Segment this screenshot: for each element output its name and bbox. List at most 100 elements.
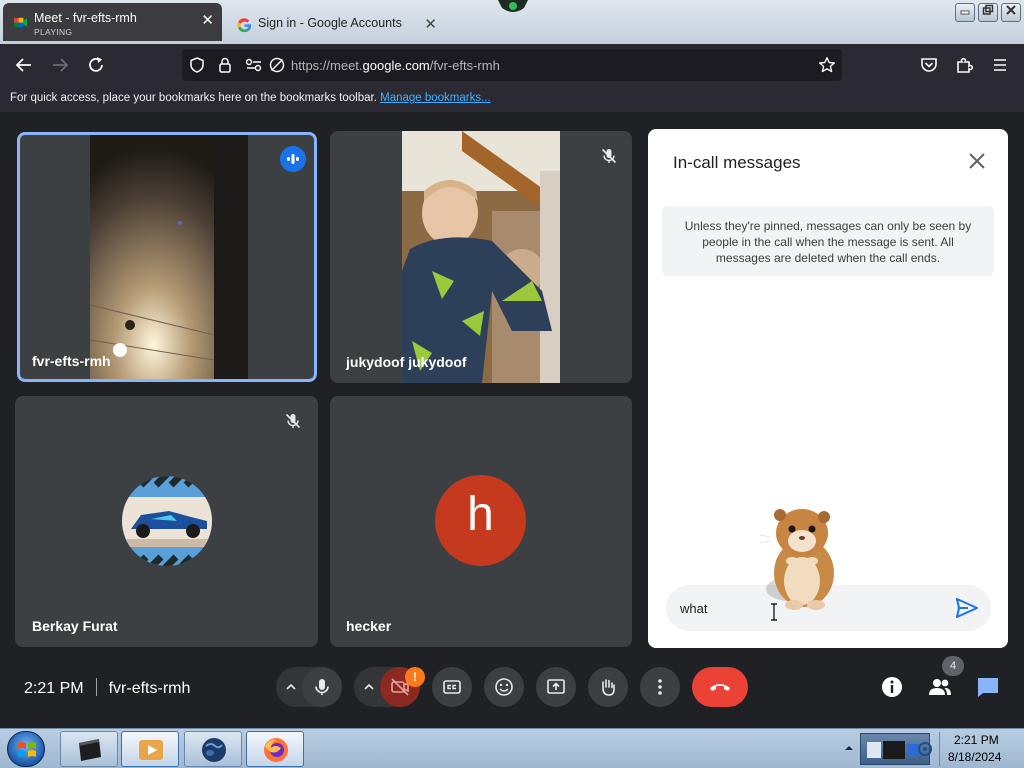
minimize-icon — [960, 10, 970, 15]
tray-apps-icon — [867, 741, 919, 759]
speaking-indicator — [280, 146, 306, 172]
chevron-up-icon[interactable] — [284, 680, 298, 694]
taskbar-clock-time[interactable]: 2:21 PM — [954, 733, 999, 747]
bookmarks-hint: For quick access, place your bookmarks h… — [10, 92, 491, 104]
participant-name: Berkay Furat — [32, 618, 118, 634]
taskbar-clock-date[interactable]: 8/18/2024 — [948, 750, 1001, 764]
separator — [95, 678, 97, 696]
globe-icon — [202, 738, 226, 762]
url-prefix: https://meet. — [291, 58, 363, 73]
reload-icon[interactable] — [85, 54, 107, 76]
meeting-info-icon[interactable] — [880, 675, 904, 699]
meeting-time: 2:21 PM — [24, 680, 84, 697]
url-host: google.com — [362, 58, 430, 73]
tab-meet[interactable]: Meet - fvr-efts-rmh PLAYING ✕ — [3, 3, 222, 41]
bookmarks-toolbar: For quick access, place your bookmarks h… — [0, 86, 1024, 112]
menu-hamburger-icon[interactable] — [989, 54, 1011, 76]
participant-name: hecker — [346, 618, 392, 634]
tab-close-button[interactable]: ✕ — [201, 13, 214, 29]
participant-tile[interactable]: fvr-efts-rmh — [17, 132, 317, 382]
camera-warning-badge: ! — [405, 667, 425, 687]
audio-controls — [276, 667, 342, 707]
meeting-details: 2:21 PM fvr-efts-rmh — [24, 678, 190, 698]
taskbar-app-firefox[interactable] — [246, 731, 304, 767]
hand-icon — [602, 679, 615, 696]
window-close-button[interactable] — [1001, 3, 1021, 22]
participant-count-badge: 4 — [942, 656, 964, 676]
mic-off-icon — [601, 148, 617, 164]
in-call-messages-panel: In-call messages Unless they're pinned, … — [648, 129, 1008, 648]
participant-name: jukydoof jukydoof — [346, 354, 467, 370]
url-text[interactable]: https://meet.google.com/fvr-efts-rmh — [291, 58, 500, 73]
participant-video — [402, 131, 560, 383]
manage-bookmarks-link[interactable]: Manage bookmarks... — [380, 92, 491, 104]
network-icon[interactable] — [917, 741, 933, 757]
screen: Meet - fvr-efts-rmh PLAYING ✕ Sign in - … — [0, 0, 1024, 768]
close-icon[interactable] — [968, 152, 986, 170]
taskbar-app-media-player[interactable] — [121, 731, 179, 767]
text-cursor-icon — [771, 603, 777, 621]
google-icon — [237, 18, 252, 33]
race-car-avatar — [122, 476, 212, 566]
participant-tile[interactable]: Berkay Furat — [15, 396, 318, 647]
chevron-up-icon[interactable] — [362, 680, 376, 694]
extensions-icon[interactable] — [953, 54, 975, 76]
message-input-value[interactable]: what — [680, 601, 707, 616]
start-button[interactable] — [7, 731, 45, 767]
tab-title: Meet - fvr-efts-rmh — [34, 11, 137, 25]
raise-hand-button[interactable] — [588, 667, 628, 707]
camera-blocked-icon[interactable] — [268, 56, 286, 74]
bookmarks-hint-text: For quick access, place your bookmarks h… — [10, 92, 381, 104]
tab-close-button[interactable]: ✕ — [424, 17, 437, 33]
microphone-button[interactable] — [302, 667, 342, 707]
pocket-icon[interactable] — [918, 54, 940, 76]
browser-navigation-bar: https://meet.google.com/fvr-efts-rmh — [0, 44, 1024, 86]
people-icon[interactable] — [928, 675, 952, 699]
firefox-icon — [264, 738, 288, 762]
close-icon — [1006, 5, 1016, 15]
address-bar[interactable]: https://meet.google.com/fvr-efts-rmh — [182, 49, 842, 81]
bookmark-star-icon[interactable] — [818, 56, 836, 74]
more-vertical-icon — [658, 679, 662, 695]
terminal-icon — [79, 739, 101, 761]
end-call-button[interactable] — [692, 667, 748, 707]
reactions-button[interactable] — [484, 667, 524, 707]
window-notch-icon — [498, 0, 528, 12]
forward-arrow-icon[interactable] — [49, 54, 71, 76]
avatar-letter: h — [467, 488, 494, 541]
windows-logo-icon — [18, 742, 36, 757]
send-icon[interactable] — [956, 598, 978, 618]
window-minimize-button[interactable] — [955, 3, 975, 22]
google-meet-icon — [13, 17, 28, 28]
hamster-sticker — [759, 509, 834, 610]
permissions-icon[interactable] — [244, 56, 264, 74]
shield-icon[interactable] — [188, 56, 206, 74]
hang-up-icon — [710, 684, 730, 691]
tray-expand-icon[interactable] — [844, 743, 854, 753]
tab-google-accounts[interactable]: Sign in - Google Accounts ✕ — [227, 3, 449, 41]
taskbar-app-browser-globe[interactable] — [184, 731, 242, 767]
back-arrow-icon[interactable] — [13, 54, 35, 76]
captions-button[interactable] — [432, 667, 472, 707]
browser-tab-strip: Meet - fvr-efts-rmh PLAYING ✕ Sign in - … — [0, 0, 1024, 44]
present-screen-button[interactable] — [536, 667, 576, 707]
window-maximize-button[interactable] — [978, 3, 998, 22]
taskbar-app-terminal[interactable] — [60, 731, 118, 767]
audio-level-icon — [287, 154, 299, 164]
tab-audio-status: PLAYING — [34, 27, 73, 37]
chat-icon[interactable] — [976, 675, 1000, 699]
closed-captions-icon — [443, 680, 461, 694]
url-path: /fvr-efts-rmh — [429, 58, 500, 73]
participant-video — [90, 135, 248, 379]
present-screen-icon — [547, 679, 565, 694]
avatar: h — [435, 475, 526, 566]
meeting-code: fvr-efts-rmh — [108, 680, 191, 697]
more-options-button[interactable] — [640, 667, 680, 707]
lock-icon[interactable] — [216, 56, 234, 74]
microphone-icon — [315, 679, 329, 695]
participant-tile[interactable]: jukydoof jukydoof — [330, 131, 632, 383]
participant-tile[interactable]: h hecker — [330, 396, 632, 647]
windows-taskbar — [0, 728, 1024, 768]
mic-off-icon — [285, 413, 301, 429]
restore-icon — [982, 4, 994, 15]
